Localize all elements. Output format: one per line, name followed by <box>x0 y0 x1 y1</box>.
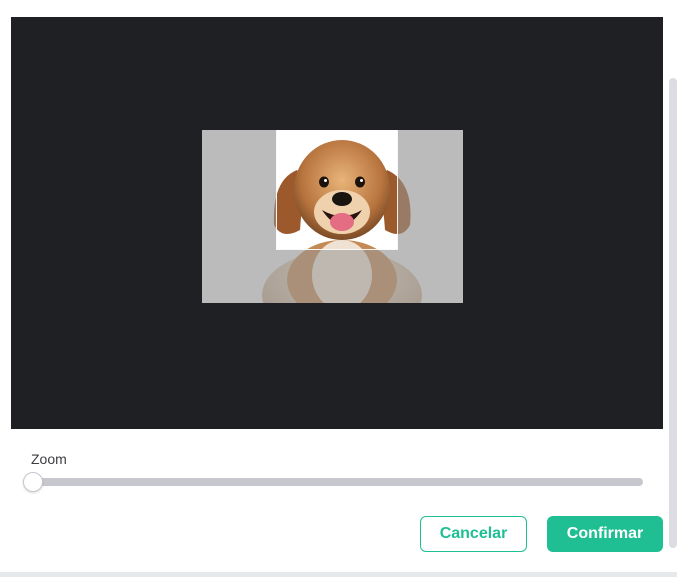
source-image <box>202 130 463 303</box>
zoom-label: Zoom <box>31 451 67 467</box>
confirm-button[interactable]: Confirmar <box>547 516 663 552</box>
zoom-slider-track[interactable] <box>23 478 643 486</box>
zoom-slider-thumb[interactable] <box>23 472 43 492</box>
image-cropper-canvas[interactable] <box>11 17 663 429</box>
dog-photo-cropped-icon <box>277 130 397 249</box>
scrollbar-thumb[interactable] <box>669 78 677 548</box>
cancel-button[interactable]: Cancelar <box>420 516 527 552</box>
zoom-slider[interactable] <box>23 472 645 492</box>
crop-selection-box[interactable] <box>276 130 398 250</box>
divider <box>0 572 677 577</box>
